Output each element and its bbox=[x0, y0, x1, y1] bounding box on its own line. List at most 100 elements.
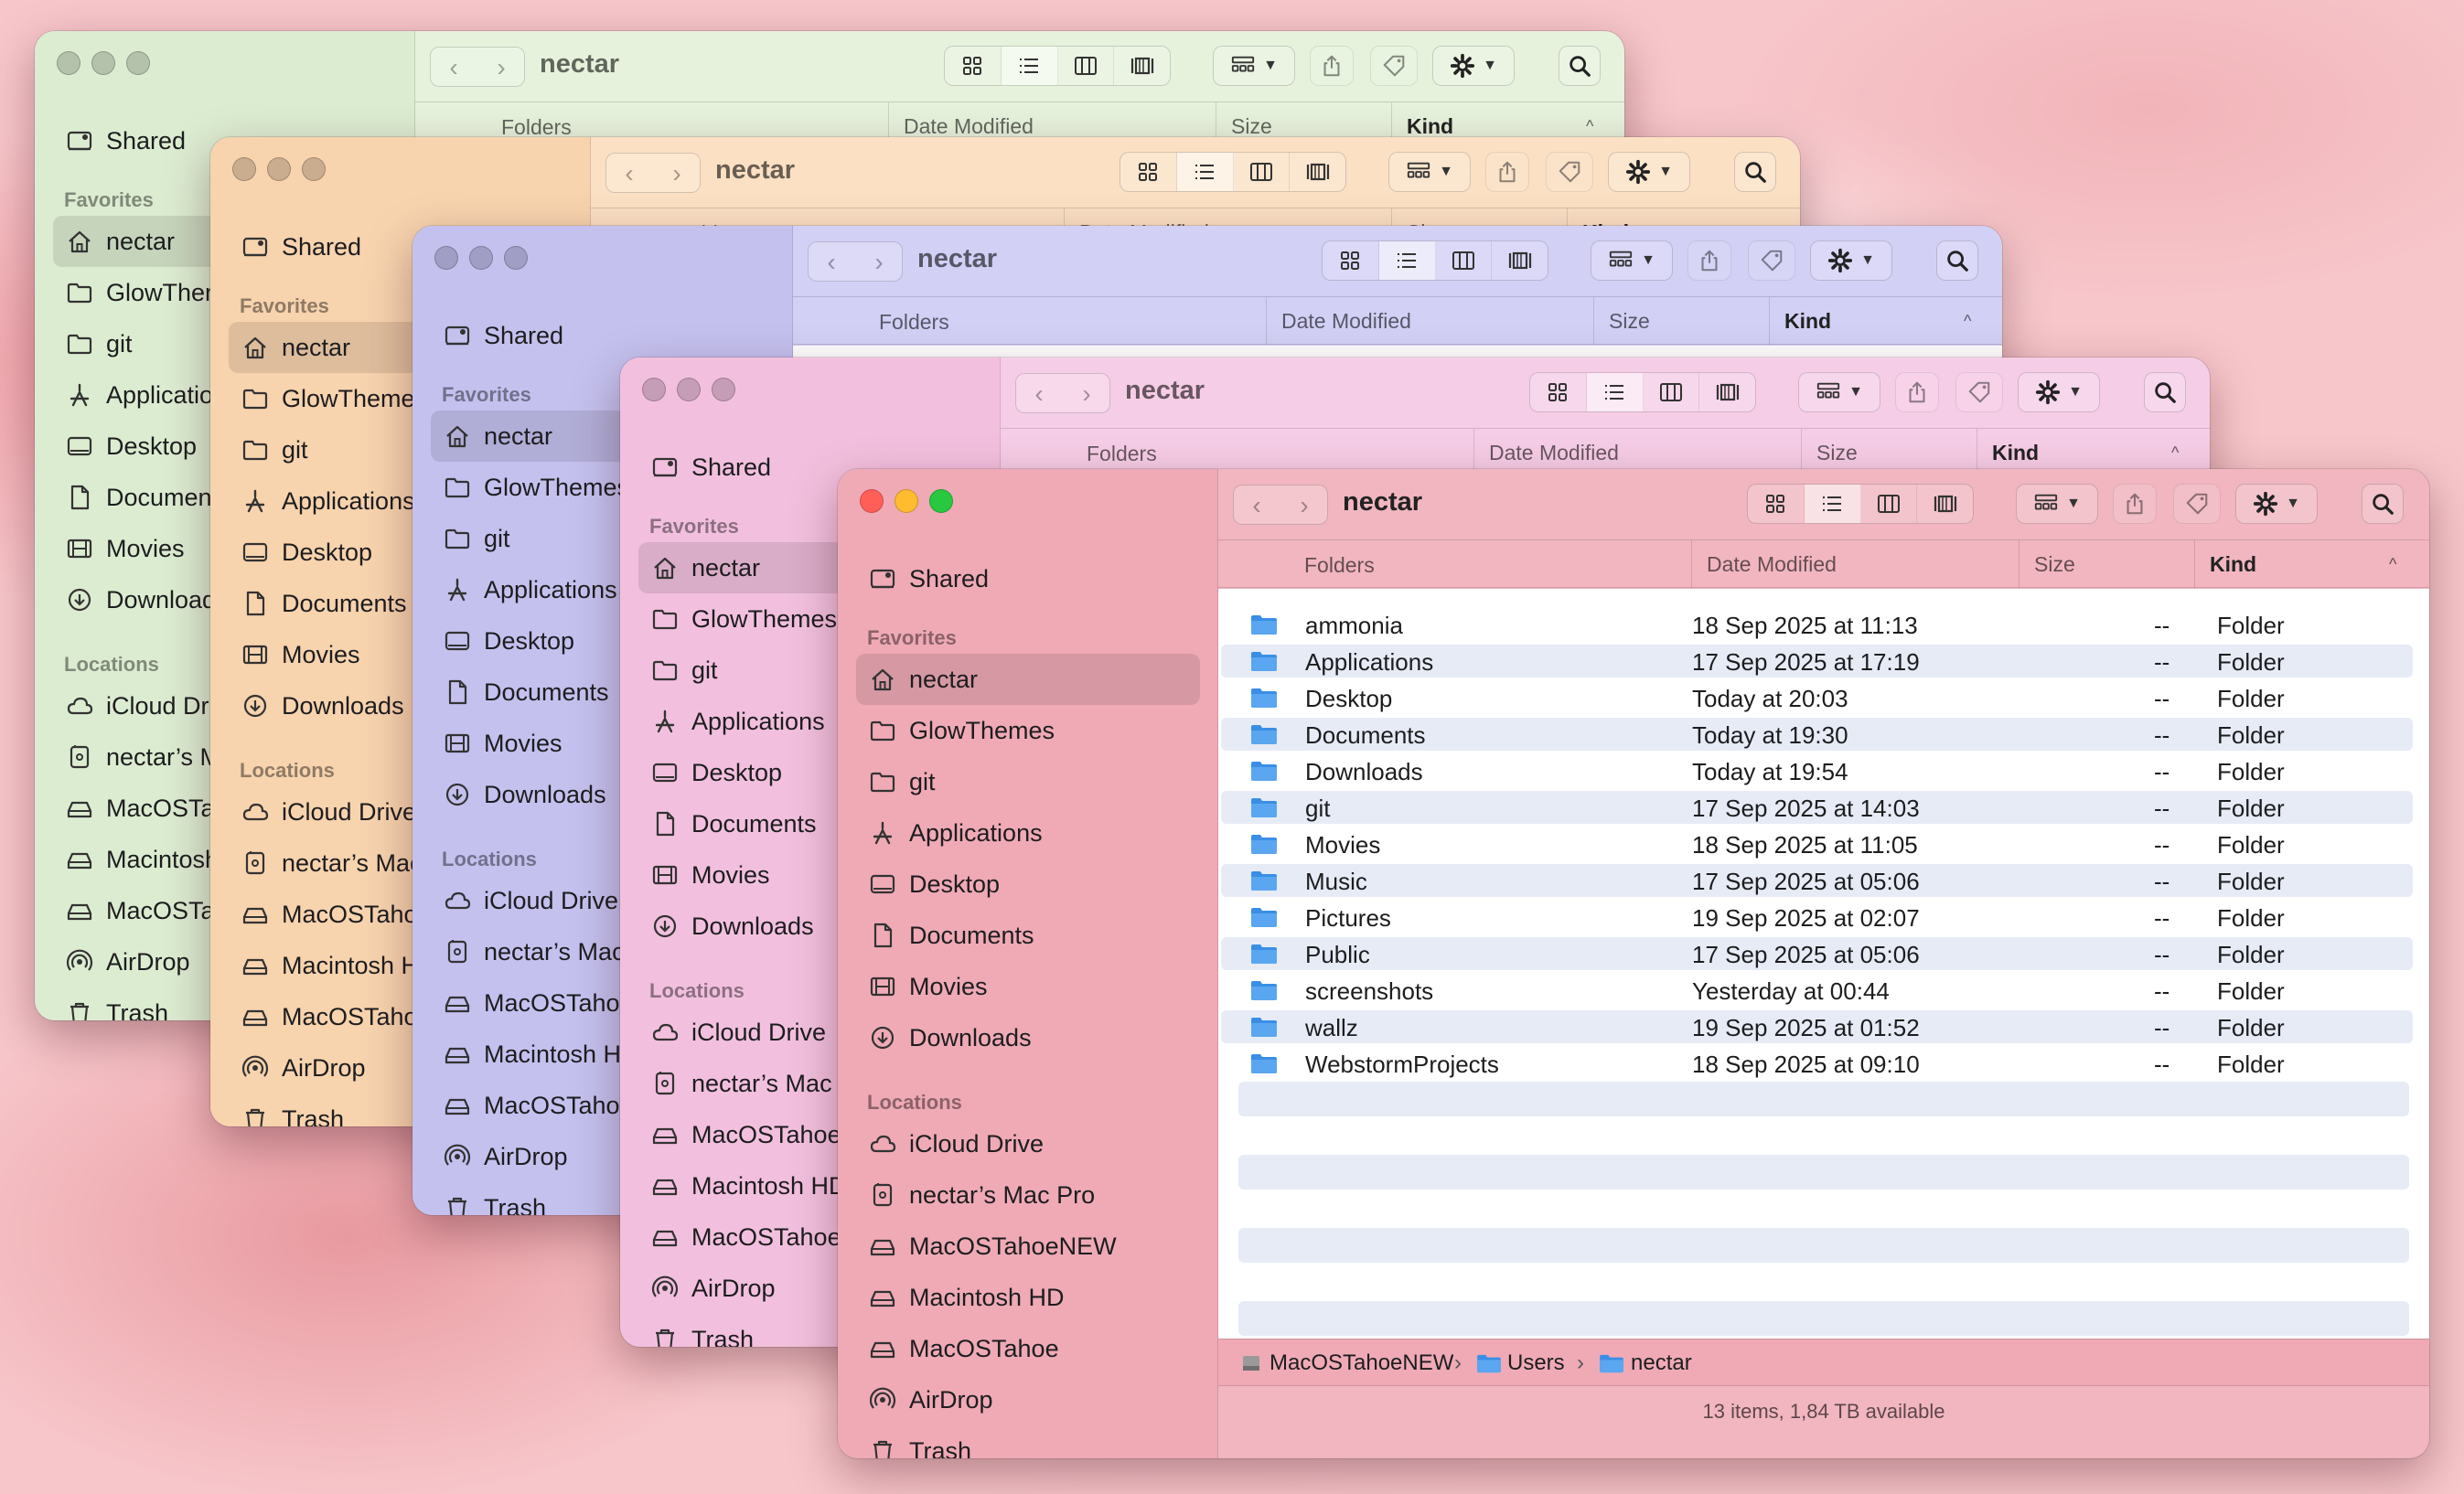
sidebar-location-item[interactable]: nectar’s Mac Pro bbox=[856, 1169, 1200, 1221]
zoom-button[interactable] bbox=[712, 378, 735, 401]
table-row[interactable]: Music 17 Sep 2025 at 05:06 -- Folder bbox=[1219, 862, 2429, 899]
column-view-button[interactable] bbox=[1234, 153, 1291, 191]
gallery-view-button[interactable] bbox=[1290, 153, 1345, 191]
gallery-view-button[interactable] bbox=[1492, 241, 1548, 280]
table-row[interactable]: Applications 17 Sep 2025 at 17:19 -- Fol… bbox=[1219, 643, 2429, 679]
list-view-button[interactable] bbox=[1176, 153, 1234, 191]
table-row[interactable]: Pictures 19 Sep 2025 at 02:07 -- Folder bbox=[1219, 899, 2429, 935]
column-view-button[interactable] bbox=[1644, 373, 1700, 411]
minimize-button[interactable] bbox=[267, 157, 291, 181]
forward-button[interactable]: › bbox=[856, 248, 902, 277]
group-button[interactable]: ▼ bbox=[1213, 46, 1295, 86]
sidebar-item-movies[interactable]: Movies bbox=[856, 961, 1200, 1012]
sidebar-location-item[interactable]: Macintosh HD bbox=[856, 1272, 1200, 1323]
search-button[interactable] bbox=[2362, 484, 2404, 524]
back-button[interactable]: ‹ bbox=[431, 53, 477, 82]
finder-window-red[interactable]: Shared Favorites nectar GlowThemes git Applic… bbox=[838, 469, 2429, 1458]
tag-button[interactable] bbox=[1955, 372, 2003, 412]
zoom-button[interactable] bbox=[504, 246, 528, 270]
column-size[interactable]: Size bbox=[2019, 540, 2075, 588]
list-view-button[interactable] bbox=[1001, 47, 1058, 85]
view-mode-control[interactable] bbox=[1529, 372, 1756, 412]
back-forward-control[interactable]: ‹ › bbox=[430, 47, 525, 87]
column-folders[interactable]: Folders bbox=[879, 310, 949, 335]
share-button[interactable] bbox=[1485, 152, 1529, 192]
tag-button[interactable] bbox=[1748, 240, 1795, 281]
column-date-modified[interactable]: Date Modified bbox=[1691, 540, 1837, 588]
share-button[interactable] bbox=[2113, 484, 2157, 524]
table-row[interactable]: Movies 18 Sep 2025 at 11:05 -- Folder bbox=[1219, 826, 2429, 862]
sidebar-item-shared[interactable]: Shared bbox=[431, 310, 775, 361]
table-row[interactable]: ammonia 18 Sep 2025 at 11:13 -- Folder bbox=[1219, 606, 2429, 643]
zoom-button[interactable] bbox=[302, 157, 326, 181]
close-button[interactable] bbox=[860, 489, 884, 513]
close-button[interactable] bbox=[57, 51, 80, 75]
sidebar-item-glowthemes[interactable]: GlowThemes bbox=[856, 705, 1200, 756]
close-button[interactable] bbox=[232, 157, 256, 181]
column-view-button[interactable] bbox=[1436, 241, 1493, 280]
column-kind[interactable]: Kind bbox=[2194, 540, 2256, 588]
icon-view-button[interactable] bbox=[1323, 241, 1379, 280]
minimize-button[interactable] bbox=[895, 489, 918, 513]
table-row[interactable]: Documents Today at 19:30 -- Folder bbox=[1219, 716, 2429, 752]
sidebar-item-desktop[interactable]: Desktop bbox=[856, 859, 1200, 910]
back-button[interactable]: ‹ bbox=[809, 248, 854, 277]
action-button[interactable]: ▼ bbox=[1810, 240, 1892, 281]
back-forward-control[interactable]: ‹ › bbox=[808, 241, 903, 282]
sidebar-item-documents[interactable]: Documents bbox=[856, 910, 1200, 961]
search-button[interactable] bbox=[1734, 152, 1776, 192]
sidebar-item-applications[interactable]: Applications bbox=[856, 807, 1200, 859]
group-button[interactable]: ▼ bbox=[1388, 152, 1471, 192]
minimize-button[interactable] bbox=[677, 378, 701, 401]
table-row[interactable]: Desktop Today at 20:03 -- Folder bbox=[1219, 679, 2429, 716]
close-button[interactable] bbox=[434, 246, 458, 270]
view-mode-control[interactable] bbox=[944, 46, 1171, 86]
search-button[interactable] bbox=[1936, 240, 1978, 281]
view-mode-control[interactable] bbox=[1120, 152, 1346, 192]
back-button[interactable]: ‹ bbox=[606, 159, 652, 188]
share-button[interactable] bbox=[1687, 240, 1731, 281]
column-view-button[interactable] bbox=[1861, 485, 1918, 523]
back-forward-control[interactable]: ‹ › bbox=[1015, 373, 1110, 413]
tag-button[interactable] bbox=[2173, 484, 2221, 524]
column-folders[interactable]: Folders bbox=[1304, 553, 1375, 578]
icon-view-button[interactable] bbox=[1530, 373, 1587, 411]
action-button[interactable]: ▼ bbox=[2018, 372, 2100, 412]
zoom-button[interactable] bbox=[126, 51, 150, 75]
group-button[interactable]: ▼ bbox=[2016, 484, 2098, 524]
sidebar-location-item[interactable]: MacOSTahoe bbox=[856, 1323, 1200, 1374]
zoom-button[interactable] bbox=[929, 489, 953, 513]
forward-button[interactable]: › bbox=[1064, 379, 1109, 409]
forward-button[interactable]: › bbox=[478, 53, 524, 82]
list-view-button[interactable] bbox=[1586, 373, 1644, 411]
forward-button[interactable]: › bbox=[654, 159, 700, 188]
group-button[interactable]: ▼ bbox=[1591, 240, 1673, 281]
table-row[interactable]: screenshots Yesterday at 00:44 -- Folder bbox=[1219, 972, 2429, 1008]
list-view-button[interactable] bbox=[1804, 485, 1861, 523]
group-button[interactable]: ▼ bbox=[1798, 372, 1880, 412]
gallery-view-button[interactable] bbox=[1699, 373, 1755, 411]
sidebar-item-git[interactable]: git bbox=[856, 756, 1200, 807]
column-view-button[interactable] bbox=[1058, 47, 1115, 85]
icon-view-button[interactable] bbox=[1120, 153, 1177, 191]
column-folders[interactable]: Folders bbox=[501, 115, 572, 140]
table-row[interactable]: Public 17 Sep 2025 at 05:06 -- Folder bbox=[1219, 935, 2429, 972]
forward-button[interactable]: › bbox=[1281, 491, 1327, 520]
table-row[interactable]: wallz 19 Sep 2025 at 01:52 -- Folder bbox=[1219, 1008, 2429, 1045]
sidebar-item-shared[interactable]: Shared bbox=[856, 553, 1200, 604]
column-date-modified[interactable]: Date Modified bbox=[1266, 297, 1411, 345]
minimize-button[interactable] bbox=[469, 246, 493, 270]
table-row[interactable]: WebstormProjects 18 Sep 2025 at 09:10 --… bbox=[1219, 1045, 2429, 1082]
back-forward-control[interactable]: ‹ › bbox=[605, 153, 701, 193]
search-button[interactable] bbox=[2144, 372, 2186, 412]
sidebar-location-item[interactable]: iCloud Drive bbox=[856, 1118, 1200, 1169]
action-button[interactable]: ▼ bbox=[1432, 46, 1515, 86]
back-forward-control[interactable]: ‹ › bbox=[1233, 485, 1328, 525]
icon-view-button[interactable] bbox=[945, 47, 1002, 85]
sidebar-item-nectar[interactable]: nectar bbox=[856, 654, 1200, 705]
table-row[interactable]: Downloads Today at 19:54 -- Folder bbox=[1219, 752, 2429, 789]
column-size[interactable]: Size bbox=[1593, 297, 1650, 345]
sidebar-location-item[interactable]: Trash bbox=[856, 1425, 1200, 1458]
column-kind[interactable]: Kind bbox=[1769, 297, 1831, 345]
view-mode-control[interactable] bbox=[1747, 484, 1974, 524]
